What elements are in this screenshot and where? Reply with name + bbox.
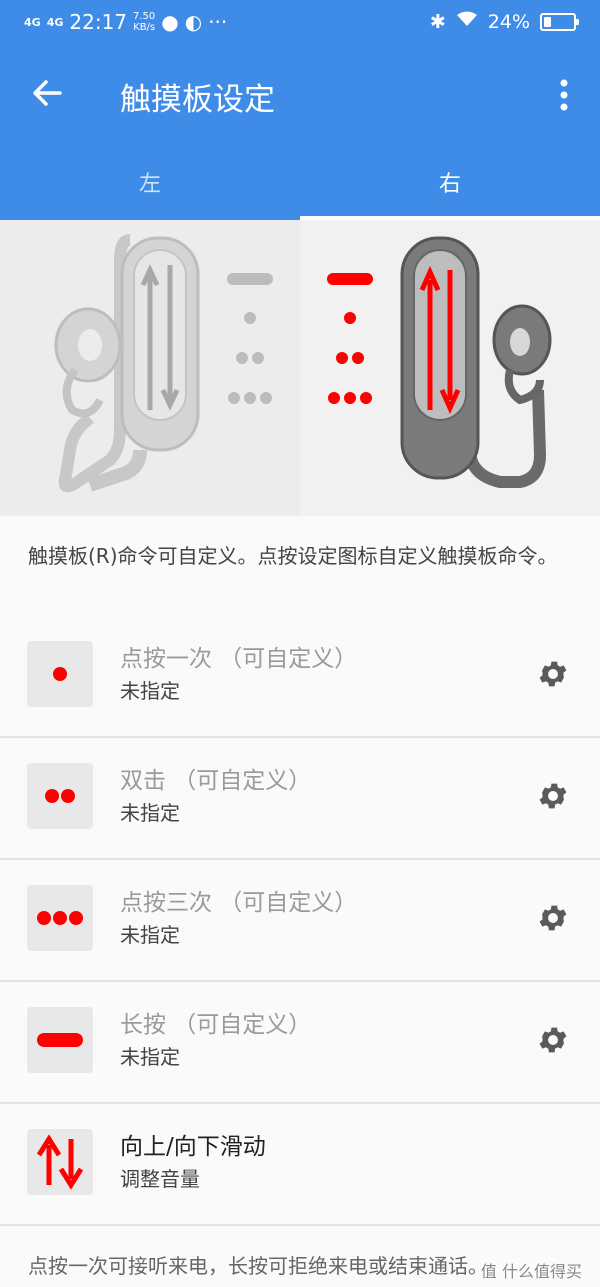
command-row-triple-tap[interactable]: 点按三次 （可自定义） 未指定 — [0, 861, 600, 982]
touchpad-description: 触摸板(R)命令可自定义。点按设定图标自定义触摸板命令。 — [28, 544, 558, 568]
left-earbud-illustration — [54, 234, 273, 493]
command-row-long-press[interactable]: 长按 （可自定义） 未指定 — [0, 983, 600, 1104]
triple-dot-icon — [27, 885, 93, 951]
command-title: 长按 （可自定义） — [120, 1012, 312, 1038]
battery-percent: 24% — [487, 10, 530, 33]
watermark: 值 什么值得买 — [476, 1258, 586, 1282]
command-row-single-tap[interactable]: 点按一次 （可自定义） 未指定 — [0, 617, 600, 738]
command-title: 点按三次 （可自定义） — [120, 890, 358, 916]
command-row-swipe: 向上/向下滑动 调整音量 — [0, 1105, 600, 1226]
gear-icon[interactable] — [536, 779, 570, 813]
command-title: 向上/向下滑动 — [120, 1134, 266, 1160]
battery-icon — [540, 12, 579, 31]
more-options-icon[interactable] — [552, 78, 576, 112]
status-bar: 4G 4G 22:17 7.50 KB/s ● ◐ ··· ✱ 24% — [0, 0, 600, 48]
right-earbud-illustration — [327, 236, 552, 488]
chat-bubble-icon: ● — [161, 10, 179, 34]
command-title: 双击 （可自定义） — [120, 768, 312, 794]
clock: 22:17 — [69, 10, 128, 34]
bluetooth-icon: ✱ — [429, 10, 446, 33]
more-notifications-icon: ··· — [208, 10, 228, 34]
speed-value: 7.50 — [133, 11, 156, 22]
command-row-double-tap[interactable]: 双击 （可自定义） 未指定 — [0, 739, 600, 860]
tab-bar: 左 右 — [0, 144, 600, 220]
command-value: 未指定 — [120, 801, 180, 825]
gear-icon[interactable] — [536, 901, 570, 935]
command-title: 点按一次 （可自定义） — [120, 646, 358, 672]
command-value: 未指定 — [120, 679, 180, 703]
wifi-icon — [456, 10, 478, 33]
long-press-icon — [27, 1007, 93, 1073]
touchpad-illustration — [0, 220, 600, 516]
gear-icon[interactable] — [536, 1023, 570, 1057]
single-dot-icon — [27, 641, 93, 707]
double-dot-icon — [27, 763, 93, 829]
app-notification-icon: ◐ — [184, 10, 203, 34]
speed-unit: KB/s — [133, 22, 156, 33]
swipe-up-down-icon — [27, 1129, 93, 1195]
page-title: 触摸板设定 — [120, 82, 275, 118]
signal-4g-2: 4G — [46, 15, 64, 29]
gear-icon[interactable] — [536, 657, 570, 691]
tab-right[interactable]: 右 — [300, 144, 600, 220]
signal-4g-1: 4G — [24, 15, 41, 29]
command-value: 调整音量 — [120, 1167, 200, 1191]
app-toolbar: 触摸板设定 — [0, 48, 600, 144]
tab-left[interactable]: 左 — [0, 144, 300, 220]
command-value: 未指定 — [120, 923, 180, 947]
back-arrow-icon[interactable] — [30, 76, 64, 110]
command-value: 未指定 — [120, 1045, 180, 1069]
network-speed: 7.50 KB/s — [133, 11, 155, 33]
